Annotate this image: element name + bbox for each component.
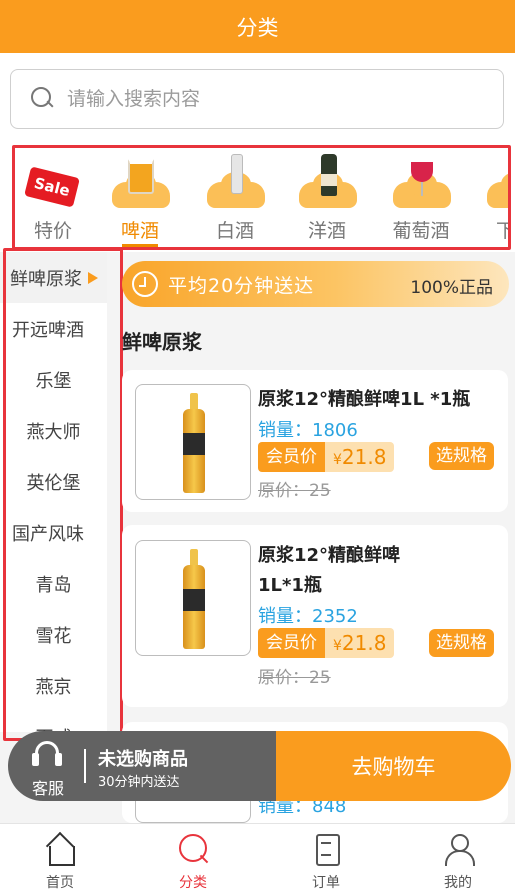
member-price: 会员价 ¥21.8 bbox=[258, 628, 395, 658]
cart-status: 未选购商品 bbox=[98, 749, 188, 770]
section-title: 鲜啤原浆 bbox=[122, 330, 202, 354]
tab-beer[interactable]: 啤酒 bbox=[100, 148, 180, 247]
tab-label: 特价 bbox=[33, 220, 72, 242]
product-image[interactable] bbox=[135, 540, 251, 656]
tab-label: 啤酒 bbox=[100, 216, 180, 247]
app-header: 分类 bbox=[0, 0, 515, 53]
search-input[interactable] bbox=[67, 88, 467, 110]
tab-snack[interactable]: 下酒 bbox=[475, 148, 508, 247]
tab-liquor[interactable]: 洋酒 bbox=[287, 148, 367, 247]
clock-icon bbox=[132, 271, 158, 297]
snack-icon bbox=[487, 170, 508, 208]
nav-profile[interactable]: 我的 bbox=[418, 832, 498, 891]
tab-sale[interactable]: Sale 特价 bbox=[15, 148, 93, 247]
go-to-cart-button[interactable]: 去购物车 bbox=[276, 731, 511, 801]
genuine-text: 100%正品 bbox=[410, 278, 493, 298]
tab-label: 白酒 bbox=[215, 220, 254, 242]
delivery-text: 平均20分钟送达 bbox=[168, 274, 315, 297]
customer-service-label: 客服 bbox=[31, 779, 64, 798]
tab-wine[interactable]: 葡萄酒 bbox=[381, 148, 461, 247]
beer-bottle-icon bbox=[183, 393, 205, 493]
member-price: 会员价 ¥21.8 bbox=[258, 442, 395, 472]
cart-summary[interactable]: 客服 未选购商品 30分钟内送达 bbox=[8, 731, 276, 801]
tab-baijiu[interactable]: 白酒 bbox=[195, 148, 275, 247]
sale-badge: Sale bbox=[24, 166, 80, 208]
nav-label: 订单 bbox=[312, 875, 340, 891]
product-name: 原浆12°精酿鲜啤1L*1瓶 bbox=[258, 545, 401, 596]
tab-label: 葡萄酒 bbox=[392, 220, 450, 242]
search-bar[interactable] bbox=[10, 69, 504, 129]
divider bbox=[84, 749, 86, 783]
headset-icon bbox=[32, 741, 62, 767]
member-price-value: ¥21.8 bbox=[325, 628, 395, 658]
home-icon bbox=[43, 832, 77, 866]
page-title: 分类 bbox=[236, 15, 279, 40]
baijiu-bottle-icon bbox=[207, 154, 265, 208]
nav-home[interactable]: 首页 bbox=[20, 832, 100, 891]
sidebar-highlight bbox=[3, 248, 123, 741]
customer-service-button[interactable]: 客服 bbox=[24, 739, 72, 798]
liquor-bottle-icon bbox=[299, 154, 357, 208]
cart-bar: 客服 未选购商品 30分钟内送达 去购物车 bbox=[8, 731, 511, 801]
order-icon bbox=[309, 832, 343, 866]
category-tabs: Sale 特价 啤酒 白酒 洋酒 葡萄酒 bbox=[12, 145, 511, 250]
nav-category[interactable]: 分类 bbox=[153, 832, 233, 891]
bottom-nav: 首页 分类 订单 我的 bbox=[0, 823, 515, 891]
member-tag: 会员价 bbox=[258, 442, 325, 472]
product-sales: 销量：2352 bbox=[258, 606, 358, 627]
delivery-note: 30分钟内送达 bbox=[98, 775, 180, 790]
select-spec-button[interactable]: 选规格 bbox=[429, 629, 494, 657]
profile-icon bbox=[441, 832, 475, 866]
delivery-banner: 平均20分钟送达 100%正品 bbox=[122, 261, 509, 307]
nav-label: 分类 bbox=[179, 875, 207, 891]
member-tag: 会员价 bbox=[258, 628, 325, 658]
category-search-icon bbox=[176, 832, 210, 866]
category-page: 分类 Sale 特价 啤酒 白酒 bbox=[0, 0, 515, 891]
product-card[interactable]: 原浆12°精酿鲜啤1L*1瓶 销量：2352 会员价 ¥21.8 原价：25 选… bbox=[122, 525, 508, 707]
original-price: 原价：25 bbox=[258, 668, 331, 688]
search-icon bbox=[31, 87, 55, 111]
tab-label: 下酒 bbox=[475, 216, 508, 243]
wine-glass-icon bbox=[393, 162, 451, 208]
beer-bottle-icon bbox=[183, 549, 205, 649]
product-name: 原浆12°精酿鲜啤1L *1瓶 bbox=[258, 389, 471, 410]
sale-icon: Sale bbox=[24, 166, 83, 208]
member-price-value: ¥21.8 bbox=[325, 442, 395, 472]
nav-orders[interactable]: 订单 bbox=[286, 832, 366, 891]
beer-mug-icon bbox=[112, 158, 170, 208]
product-sales: 销量：1806 bbox=[258, 420, 358, 441]
product-image[interactable] bbox=[135, 384, 251, 500]
select-spec-button[interactable]: 选规格 bbox=[429, 442, 494, 470]
tab-label: 洋酒 bbox=[307, 220, 346, 242]
nav-label: 我的 bbox=[444, 875, 472, 891]
product-card[interactable]: 原浆12°精酿鲜啤1L *1瓶 销量：1806 会员价 ¥21.8 原价：25 … bbox=[122, 370, 508, 512]
original-price: 原价：25 bbox=[258, 481, 331, 501]
nav-label: 首页 bbox=[46, 875, 74, 891]
